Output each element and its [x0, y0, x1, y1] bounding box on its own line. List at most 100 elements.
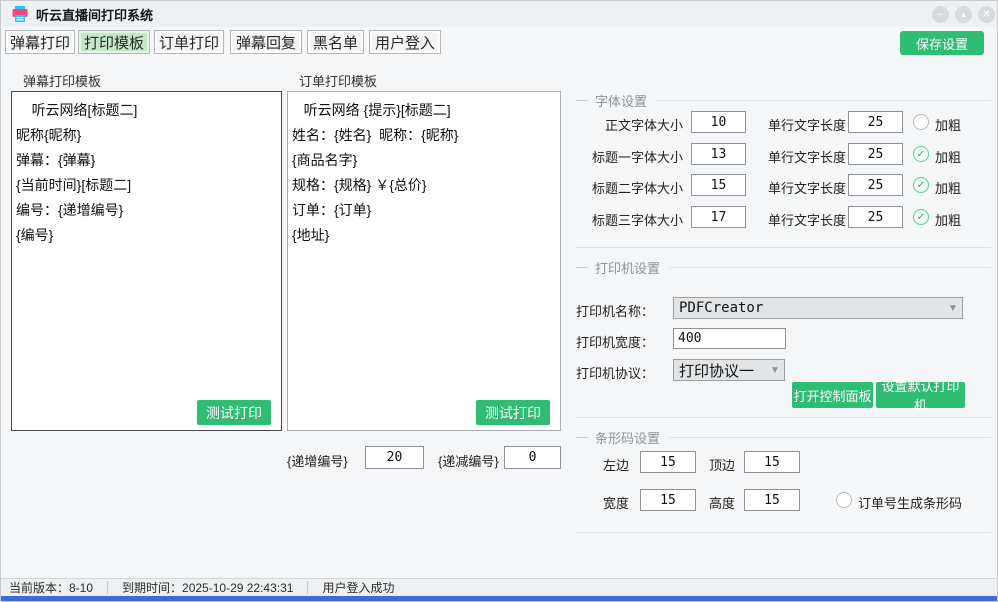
title2-line-length-input[interactable]	[848, 174, 903, 196]
decrement-number-label: {递减编号}	[438, 451, 499, 470]
version-status: 当前版本：8-10	[9, 579, 93, 596]
title-bar: 听云直播间打印系统 ─ ▲ ✕	[1, 1, 998, 27]
separator	[576, 417, 991, 418]
check-icon: ✓	[917, 117, 925, 128]
save-settings-button[interactable]: 保存设置	[900, 31, 984, 55]
barcode-height-label: 高度	[709, 493, 735, 512]
barcode-left-label: 左边	[603, 455, 629, 474]
bold-label: 加粗	[935, 178, 961, 197]
barcode-top-label: 顶边	[709, 455, 735, 474]
order-barcode-label: 订单号生成条形码	[858, 493, 962, 512]
expire-time-status: 到期时间：2025-10-29 22:43:31	[122, 579, 293, 596]
printer-name-select[interactable]: PDFCreator ▼	[673, 297, 963, 319]
order-template-label: 订单打印模板	[299, 71, 377, 90]
set-default-printer-button[interactable]: 设置默认打印机	[876, 382, 965, 408]
danmu-test-print-button[interactable]: 测试打印	[197, 400, 271, 425]
barcode-settings-header: 条形码设置	[576, 429, 991, 445]
bold-label: 加粗	[935, 147, 961, 166]
bold-label: 加粗	[935, 210, 961, 229]
printer-width-input[interactable]	[673, 328, 786, 349]
check-icon: ✓	[917, 180, 925, 191]
maximize-icon: ▲	[960, 11, 968, 19]
printer-width-label: 打印机宽度：	[576, 332, 664, 351]
barcode-top-input[interactable]	[744, 451, 800, 473]
barcode-width-input[interactable]	[640, 489, 696, 511]
tab-order-print[interactable]: 订单打印	[154, 30, 224, 54]
font-row-title3: 标题三字体大小 单行文字长度 ✓ 加粗	[576, 206, 991, 228]
title3-bold-checkbox[interactable]: ✓	[913, 209, 929, 225]
minimize-button[interactable]: ─	[932, 6, 949, 23]
status-bar: 当前版本：8-10 到期时间：2025-10-29 22:43:31 用户登入成…	[1, 578, 998, 596]
title1-line-length-input[interactable]	[848, 143, 903, 165]
line-length-label: 单行文字长度	[768, 178, 846, 197]
danmu-template-panel: 听云网络[标题二] 昵称{昵称} 弹幕：{弹幕} {当前时间}[标题二] 编号：…	[11, 91, 282, 431]
title1-font-size-label: 标题一字体大小	[576, 147, 683, 166]
danmu-template-textarea[interactable]: 听云网络[标题二] 昵称{昵称} 弹幕：{弹幕} {当前时间}[标题二] 编号：…	[12, 92, 281, 430]
barcode-row-2: 宽度 高度 订单号生成条形码	[576, 489, 991, 511]
increment-number-label: {递增编号}	[287, 451, 348, 470]
barcode-left-input[interactable]	[640, 451, 696, 473]
font-settings-header: 字体设置	[576, 92, 991, 108]
order-barcode-radio[interactable]	[836, 492, 852, 508]
increment-number-input[interactable]	[365, 446, 424, 469]
separator	[576, 532, 991, 533]
title3-font-size-label: 标题三字体大小	[576, 210, 683, 229]
printer-name-value: PDFCreator	[674, 300, 944, 316]
line-length-label: 单行文字长度	[768, 210, 846, 229]
body-font-size-label: 正文字体大小	[576, 115, 683, 134]
decrement-number-input[interactable]	[504, 446, 561, 469]
printer-protocol-label: 打印机协议：	[576, 363, 664, 382]
maximize-button[interactable]: ▲	[955, 6, 972, 23]
font-row-title1: 标题一字体大小 单行文字长度 ✓ 加粗	[576, 143, 991, 165]
body-bold-checkbox[interactable]: ✓	[913, 114, 929, 130]
dropdown-arrow-icon: ▼	[766, 365, 784, 376]
title2-font-size-input[interactable]	[691, 174, 746, 196]
close-icon: ✕	[982, 10, 990, 20]
check-icon: ✓	[917, 149, 925, 160]
line-length-label: 单行文字长度	[768, 147, 846, 166]
open-control-panel-button[interactable]: 打开控制面板	[792, 382, 873, 408]
check-icon: ✓	[917, 212, 925, 223]
printer-icon	[11, 5, 29, 23]
title2-bold-checkbox[interactable]: ✓	[913, 177, 929, 193]
barcode-width-label: 宽度	[603, 493, 629, 512]
app-window: 听云直播间打印系统 ─ ▲ ✕ 保存设置 弹幕打印 打印模板 订单打印 弹幕回复…	[0, 0, 998, 602]
order-template-panel: 听云网络 {提示}[标题二] 姓名：{姓名} 昵称：{昵称} {商品名字} 规格…	[287, 91, 561, 431]
minimize-icon: ─	[937, 10, 943, 19]
tab-danmu-print[interactable]: 弹幕打印	[5, 30, 75, 54]
body-font-size-input[interactable]	[691, 111, 746, 133]
printer-width-row: 打印机宽度：	[576, 328, 991, 350]
printer-settings-title: 打印机设置	[595, 258, 660, 277]
printer-name-label: 打印机名称：	[576, 301, 664, 320]
status-divider	[307, 581, 308, 594]
printer-protocol-value: 打印协议一	[674, 360, 766, 381]
separator	[576, 247, 991, 248]
font-settings-title: 字体设置	[595, 91, 647, 110]
order-test-print-button[interactable]: 测试打印	[476, 400, 550, 425]
title2-font-size-label: 标题二字体大小	[576, 178, 683, 197]
order-template-textarea[interactable]: 听云网络 {提示}[标题二] 姓名：{姓名} 昵称：{昵称} {商品名字} 规格…	[288, 92, 560, 430]
printer-settings-header: 打印机设置	[576, 259, 991, 275]
barcode-settings-title: 条形码设置	[595, 428, 660, 447]
dropdown-arrow-icon: ▼	[944, 303, 962, 314]
font-row-body: 正文字体大小 单行文字长度 ✓ 加粗	[576, 111, 991, 133]
tab-danmu-reply[interactable]: 弹幕回复	[230, 30, 302, 54]
title3-font-size-input[interactable]	[691, 206, 746, 228]
tab-blacklist[interactable]: 黑名单	[307, 30, 364, 54]
bold-label: 加粗	[935, 115, 961, 134]
tab-user-login[interactable]: 用户登入	[369, 30, 441, 54]
body-line-length-input[interactable]	[848, 111, 903, 133]
close-button[interactable]: ✕	[978, 6, 995, 23]
tab-print-template[interactable]: 打印模板	[78, 30, 150, 54]
title1-bold-checkbox[interactable]: ✓	[913, 146, 929, 162]
title3-line-length-input[interactable]	[848, 206, 903, 228]
font-row-title2: 标题二字体大小 单行文字长度 ✓ 加粗	[576, 174, 991, 196]
danmu-template-label: 弹幕打印模板	[23, 71, 101, 90]
status-divider	[107, 581, 108, 594]
login-status: 用户登入成功	[322, 579, 394, 596]
title1-font-size-input[interactable]	[691, 143, 746, 165]
printer-protocol-select[interactable]: 打印协议一 ▼	[673, 359, 785, 381]
line-length-label: 单行文字长度	[768, 115, 846, 134]
barcode-height-input[interactable]	[744, 489, 800, 511]
printer-name-row: 打印机名称： PDFCreator ▼	[576, 297, 991, 319]
